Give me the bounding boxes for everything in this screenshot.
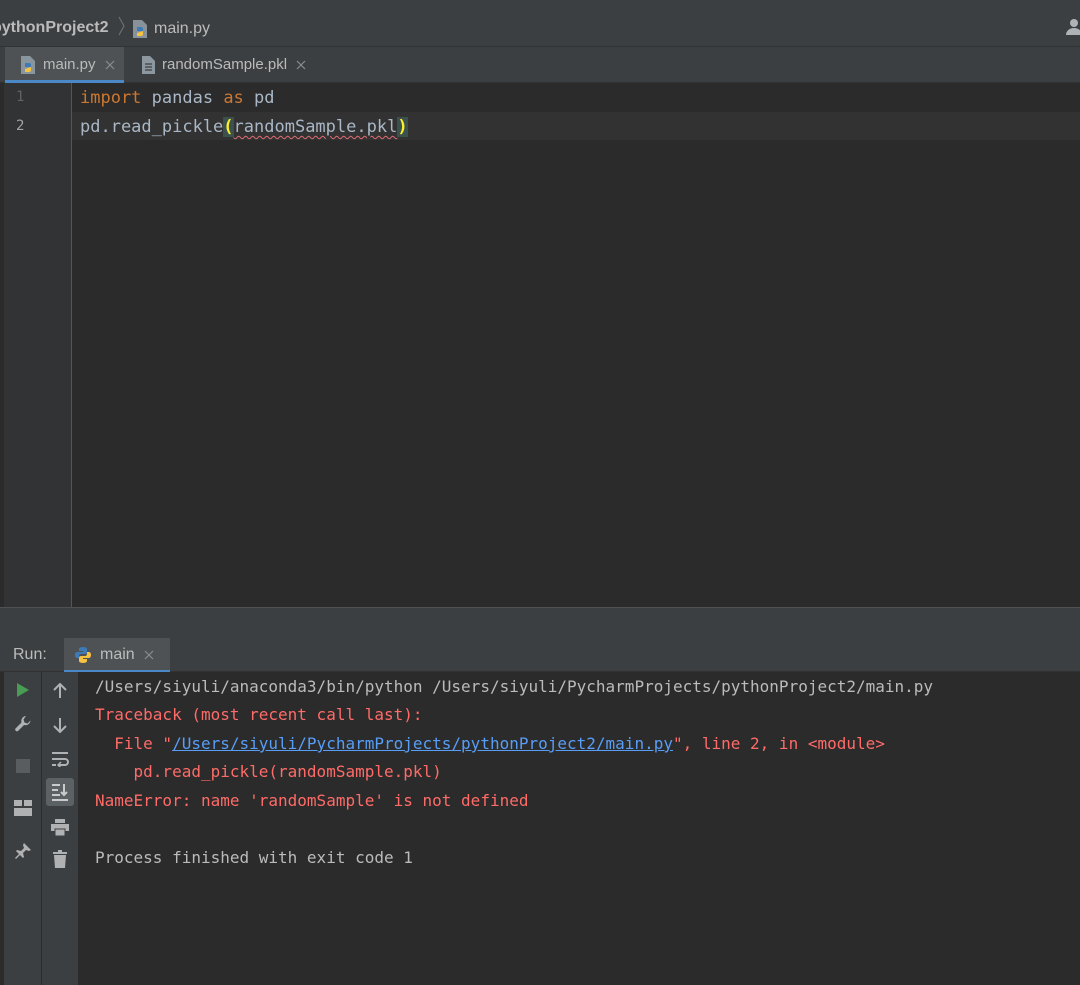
chevron-right-icon — [118, 16, 125, 36]
trash-icon — [53, 850, 67, 868]
wrench-icon — [15, 716, 31, 732]
close-icon[interactable] — [143, 649, 155, 661]
close-icon[interactable] — [104, 59, 116, 71]
layout-icon — [14, 800, 32, 816]
pin-tab-button[interactable] — [9, 837, 37, 865]
function-call: pd.read_pickle — [80, 117, 224, 137]
line-number: 1 — [16, 89, 25, 105]
tab-label: main.py — [43, 56, 96, 73]
close-paren: ) — [397, 117, 408, 137]
traceback-file-prefix: File " — [95, 734, 173, 753]
print-button[interactable] — [46, 813, 74, 841]
code-line-2[interactable]: pd.read_pickle(randomSample.pkl) — [80, 116, 408, 138]
soft-wrap-button[interactable] — [46, 745, 74, 773]
module-alias: pd — [243, 88, 275, 108]
python-file-icon — [21, 55, 35, 74]
python-icon — [75, 647, 91, 663]
user-icon[interactable] — [1066, 18, 1080, 36]
edit-configuration-button[interactable] — [9, 710, 37, 738]
module-name: pandas — [141, 88, 224, 108]
arrow-down-icon — [53, 718, 67, 733]
line-number: 2 — [16, 118, 25, 134]
keyword-as: as — [223, 88, 244, 108]
file-icon — [142, 55, 155, 74]
console-command-line: /Users/siyuli/anaconda3/bin/python /User… — [95, 677, 934, 696]
python-file-icon — [133, 20, 147, 38]
tab-main-py[interactable]: main.py — [5, 47, 124, 83]
line-number-gutter: 1 2 — [4, 83, 72, 607]
console-traceback-code: pd.read_pickle(randomSample.pkl) — [95, 762, 442, 781]
stop-icon — [16, 759, 30, 773]
run-tab-main[interactable]: main — [64, 638, 170, 673]
open-paren: ( — [223, 117, 234, 137]
previous-occurrence-button[interactable] — [46, 677, 74, 705]
navigation-bar: pythonProject2 main.py — [0, 0, 1080, 47]
breadcrumb-file-label: main.py — [154, 20, 211, 37]
code-line-1[interactable]: import pandas as pd — [80, 87, 275, 109]
clear-all-button[interactable] — [46, 845, 74, 873]
panel-splitter[interactable] — [0, 607, 1080, 638]
scroll-to-end-button[interactable] — [46, 778, 74, 806]
console-exit-message: Process finished with exit code 1 — [95, 848, 413, 867]
soft-wrap-icon — [52, 752, 69, 767]
scroll-to-end-icon — [52, 784, 68, 801]
console-traceback-header: Traceback (most recent call last): — [95, 705, 423, 724]
rerun-button[interactable] — [9, 676, 37, 704]
restore-layout-button[interactable] — [9, 794, 37, 822]
run-label: Run: — [13, 646, 47, 663]
traceback-file-suffix: ", line 2, in <module> — [672, 734, 885, 753]
unresolved-reference: randomSample.pkl — [233, 117, 398, 137]
run-tab-label: main — [100, 646, 135, 663]
console-traceback-file-line: File "/Users/siyuli/PycharmProjects/pyth… — [95, 734, 885, 754]
run-icon — [17, 683, 29, 697]
tab-label: randomSample.pkl — [162, 56, 288, 73]
run-panel-header: Run: main — [0, 638, 1080, 673]
run-toolbar-secondary — [42, 672, 79, 985]
stop-button[interactable] — [9, 752, 37, 780]
traceback-file-link[interactable]: /Users/siyuli/PycharmProjects/pythonProj… — [172, 734, 673, 753]
print-icon — [51, 818, 69, 836]
console-output[interactable]: /Users/siyuli/anaconda3/bin/python /User… — [79, 672, 1080, 985]
next-occurrence-button[interactable] — [46, 711, 74, 739]
tab-random-sample-pkl[interactable]: randomSample.pkl — [128, 47, 315, 82]
console-error-message: NameError: name 'randomSample' is not de… — [95, 791, 529, 810]
arrow-up-icon — [53, 683, 67, 698]
breadcrumb-file[interactable]: main.py — [131, 18, 210, 40]
run-toolbar-primary — [4, 672, 42, 985]
keyword-import: import — [80, 88, 142, 108]
editor-tab-bar: main.py randomSample.pkl — [0, 47, 1080, 83]
breadcrumb-project[interactable]: pythonProject2 — [0, 19, 108, 37]
pin-icon — [15, 843, 31, 859]
close-icon[interactable] — [295, 59, 307, 71]
code-editor[interactable]: 1 2 import pandas as pd pd.read_pickle(r… — [0, 83, 1080, 607]
